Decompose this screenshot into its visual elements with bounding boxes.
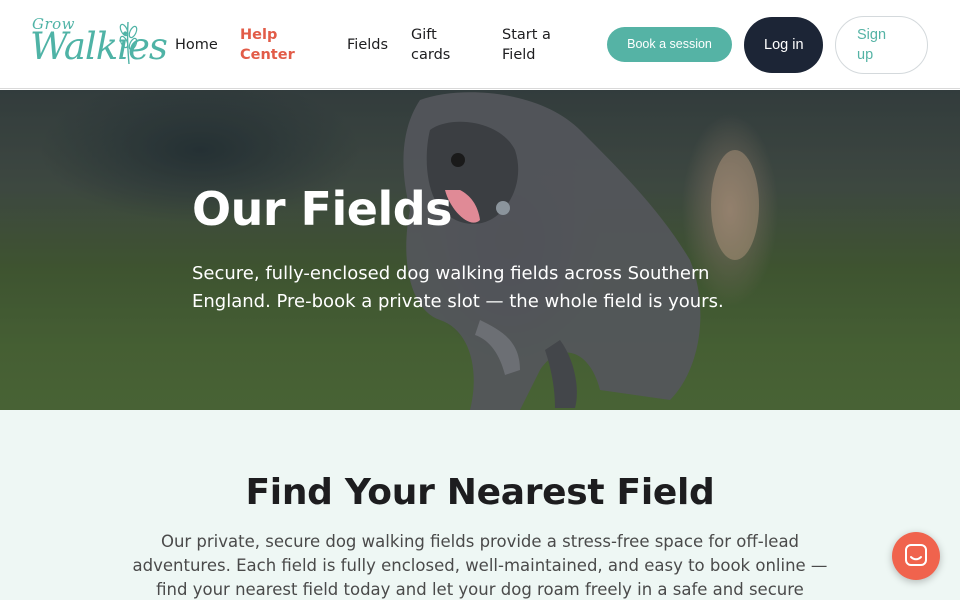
hero-title: Our Fields: [192, 182, 453, 236]
nav-fields[interactable]: Fields: [347, 35, 388, 55]
grow-walkies-logo[interactable]: Grow Walkies: [30, 14, 168, 76]
hero-subtitle: Secure, fully-enclosed dog walking field…: [192, 263, 724, 312]
find-nearest-section: Find Your Nearest Field Our private, sec…: [0, 410, 960, 600]
signup-label: Sign up: [857, 27, 887, 63]
signup-button[interactable]: Sign up: [835, 16, 928, 74]
nav-help-center[interactable]: Help Center: [240, 25, 310, 65]
wheat-icon: [119, 21, 138, 65]
chat-launcher-button[interactable]: [892, 532, 940, 580]
nav-gift-cards[interactable]: Gift cards: [411, 25, 461, 65]
site-header: Grow Walkies Home Help Center Fields Gif…: [0, 0, 960, 89]
logo-walkies-text: Walkies: [30, 25, 168, 68]
nav-start-a-field[interactable]: Start a Field: [502, 25, 566, 65]
chat-icon: [905, 544, 927, 566]
book-session-button[interactable]: Book a session: [607, 27, 732, 62]
hero-banner: Our Fields Secure, fully-enclosed dog wa…: [0, 90, 960, 410]
find-title: Find Your Nearest Field: [245, 472, 715, 513]
nav-home[interactable]: Home: [175, 35, 218, 55]
find-description: Our private, secure dog walking fields p…: [132, 532, 828, 599]
login-button[interactable]: Log in: [744, 17, 823, 73]
hero-dog-image: [403, 92, 759, 410]
login-label: Log in: [764, 37, 804, 53]
